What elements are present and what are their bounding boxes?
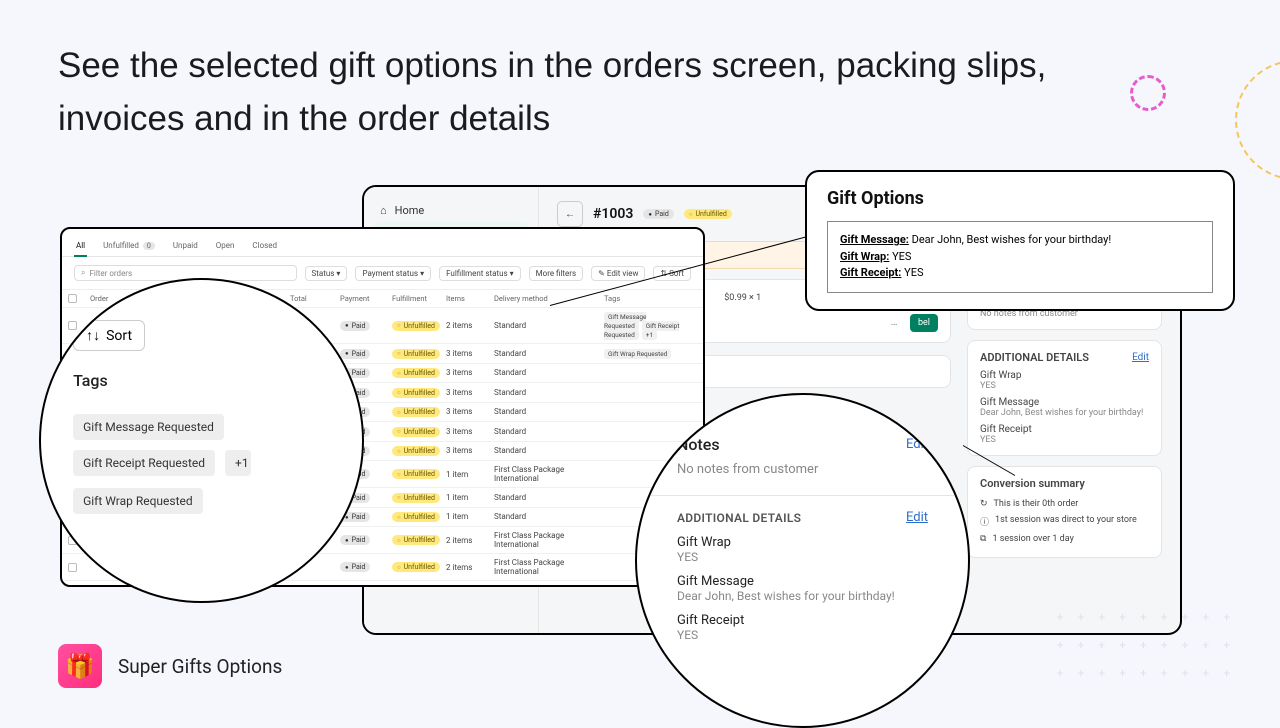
gift-wrap-label: Gift Wrap:: [840, 250, 889, 263]
gr-val: YES: [980, 435, 1149, 445]
gift-options-title: Gift Options: [827, 188, 1213, 209]
fulfillment-filter[interactable]: Fulfillment status ▾: [439, 266, 521, 281]
addl-title: ADDITIONAL DETAILS: [980, 351, 1089, 364]
home-icon: ⌂: [380, 204, 387, 217]
sort-icon: ↑↓: [86, 327, 100, 344]
conv2: 1st session was direct to your store: [995, 515, 1149, 528]
gift-options-box: Gift Message: Dear John, Best wishes for…: [827, 221, 1213, 293]
col-total: Total: [290, 294, 340, 303]
app-icon: 🎁: [58, 644, 102, 688]
gift-wrap-value: YES: [892, 250, 911, 263]
tag-gift-message: Gift Message Requested: [73, 414, 224, 440]
payment-filter[interactable]: Payment status ▾: [355, 266, 431, 281]
zd-gw-label: Gift Wrap: [677, 535, 928, 550]
tag-gift-receipt: Gift Receipt Requested: [73, 450, 215, 476]
gm-label: Gift Message: [980, 397, 1149, 408]
zd-notes-body: No notes from customer: [677, 462, 928, 477]
gm-val: Dear John, Best wishes for your birthday…: [980, 408, 1149, 418]
zd-gr-label: Gift Receipt: [677, 613, 928, 628]
details-zoom-circle: Notes Edit No notes from customer ADDITI…: [635, 393, 970, 728]
zd-gm-label: Gift Message: [677, 574, 928, 589]
gw-label: Gift Wrap: [980, 370, 1149, 381]
notes-body: No notes from customer: [980, 309, 1149, 319]
gift-receipt-value: YES: [904, 266, 923, 279]
line-price: $0.99 × 1: [724, 293, 761, 303]
decoration-plus-grid: +++++++++++++++++++++++++++: [1057, 610, 1230, 680]
sidebar-item-home[interactable]: ⌂ Home: [374, 199, 528, 222]
more-filters[interactable]: More filters: [529, 266, 584, 281]
zd-gm-val: Dear John, Best wishes for your birthday…: [677, 589, 928, 603]
gift-message-label: Gift Message:: [840, 233, 909, 246]
tab-unpaid[interactable]: Unpaid: [171, 237, 200, 256]
additional-details-card: ADDITIONAL DETAILS Edit Gift Wrap YES Gif…: [967, 340, 1162, 456]
conv-title: Conversion summary: [980, 477, 1085, 490]
orders-tabs: All Unfulfilled 0 Unpaid Open Closed: [62, 229, 703, 257]
conv3: 1 session over 1 day: [992, 534, 1149, 544]
unfulfilled-badge: Unfulfilled: [684, 209, 732, 219]
search-icon: ⌕: [81, 268, 85, 278]
col-payment: Payment: [340, 294, 392, 303]
tags-heading: Tags: [73, 371, 330, 390]
col-tags: Tags: [604, 294, 697, 303]
tag-gift-wrap: Gift Wrap Requested: [73, 488, 203, 514]
back-button[interactable]: ←: [557, 201, 583, 227]
gr-label: Gift Receipt: [980, 424, 1149, 435]
tag-overflow-count: +1: [225, 450, 251, 476]
addl-edit-link[interactable]: Edit: [1132, 352, 1149, 363]
tags-zoom-circle: ↑↓Sort Tags Gift Message Requested Gift …: [39, 278, 364, 603]
more-menu[interactable]: …: [891, 317, 898, 328]
paid-badge: Paid: [643, 209, 673, 219]
headline: See the selected gift options in the ord…: [58, 40, 1180, 145]
zd-addl-title: ADDITIONAL DETAILS: [677, 511, 801, 525]
conv1: This is their 0th order: [994, 499, 1149, 509]
row-checkbox[interactable]: [68, 563, 77, 572]
app-name: Super Gifts Options: [118, 655, 282, 678]
col-items: Items: [446, 294, 494, 303]
status-filter[interactable]: Status ▾: [305, 266, 348, 281]
zd-addl-edit[interactable]: Edit: [906, 510, 928, 525]
gift-options-popup: Gift Options Gift Message: Dear John, Be…: [805, 170, 1235, 311]
gw-val: YES: [980, 381, 1149, 391]
tab-unfulfilled[interactable]: Unfulfilled 0: [101, 237, 157, 256]
sidebar-home-label: Home: [395, 204, 425, 217]
tab-all[interactable]: All: [74, 237, 87, 256]
app-branding: 🎁 Super Gifts Options: [58, 644, 282, 688]
tab-open[interactable]: Open: [214, 237, 237, 256]
select-all-checkbox[interactable]: [68, 294, 77, 303]
conversion-card: Conversion summary ↻This is their 0th or…: [967, 466, 1162, 558]
row-checkbox[interactable]: [68, 321, 77, 330]
edit-view[interactable]: ✎ Edit view: [591, 266, 645, 281]
col-fulfillment: Fulfillment: [392, 294, 446, 303]
zd-gw-val: YES: [677, 550, 928, 564]
gift-message-value: Dear John, Best wishes for your birthday…: [912, 233, 1112, 246]
order-id: #1003: [593, 206, 633, 222]
row-checkbox[interactable]: [68, 586, 77, 587]
decoration-circle-yellow: [1235, 60, 1280, 180]
gift-receipt-label: Gift Receipt:: [840, 266, 901, 279]
zd-gr-val: YES: [677, 628, 928, 642]
tab-closed[interactable]: Closed: [250, 237, 279, 256]
fulfill-button[interactable]: bel: [910, 314, 938, 332]
